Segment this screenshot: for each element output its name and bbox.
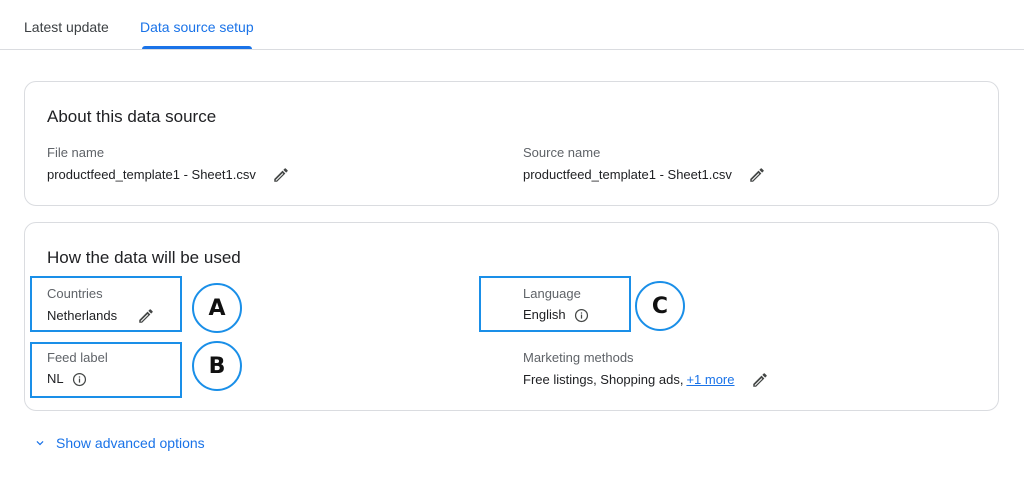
chevron-down-icon bbox=[36, 441, 44, 446]
callout-badge-a: A bbox=[192, 283, 242, 333]
file-name-field: File name productfeed_template1 - Sheet1… bbox=[47, 145, 290, 184]
callout-badge-b: B bbox=[192, 341, 242, 391]
marketing-methods-value: Free listings, Shopping ads, bbox=[523, 372, 684, 387]
about-data-source-card: About this data source File name product… bbox=[24, 81, 999, 206]
callout-box-feed-label bbox=[30, 342, 182, 398]
source-name-value: productfeed_template1 - Sheet1.csv bbox=[523, 167, 732, 182]
active-tab-indicator bbox=[142, 46, 252, 49]
source-name-label: Source name bbox=[523, 145, 601, 160]
usage-card-title: How the data will be used bbox=[47, 248, 241, 267]
pencil-icon[interactable] bbox=[272, 166, 290, 184]
more-methods-link[interactable]: +1 more bbox=[686, 372, 734, 388]
file-name-value: productfeed_template1 - Sheet1.csv bbox=[47, 167, 256, 182]
about-card-title: About this data source bbox=[47, 107, 217, 126]
marketing-methods-field: Marketing methods Free listings, Shoppin… bbox=[523, 350, 769, 389]
tab-latest-update[interactable]: Latest update bbox=[24, 18, 109, 36]
show-advanced-options-label: Show advanced options bbox=[56, 435, 205, 451]
pencil-icon[interactable] bbox=[751, 371, 769, 389]
callout-box-language bbox=[479, 276, 631, 332]
show-advanced-options-button[interactable]: Show advanced options bbox=[33, 435, 205, 451]
marketing-methods-label: Marketing methods bbox=[523, 350, 634, 365]
file-name-label: File name bbox=[47, 145, 105, 160]
tab-data-source-setup[interactable]: Data source setup bbox=[140, 18, 254, 36]
callout-badge-c: C bbox=[635, 281, 685, 331]
pencil-icon[interactable] bbox=[748, 166, 766, 184]
source-name-field: Source name productfeed_template1 - Shee… bbox=[523, 145, 766, 184]
tab-bar: Latest update Data source setup bbox=[0, 0, 1024, 50]
callout-box-countries bbox=[30, 276, 182, 332]
